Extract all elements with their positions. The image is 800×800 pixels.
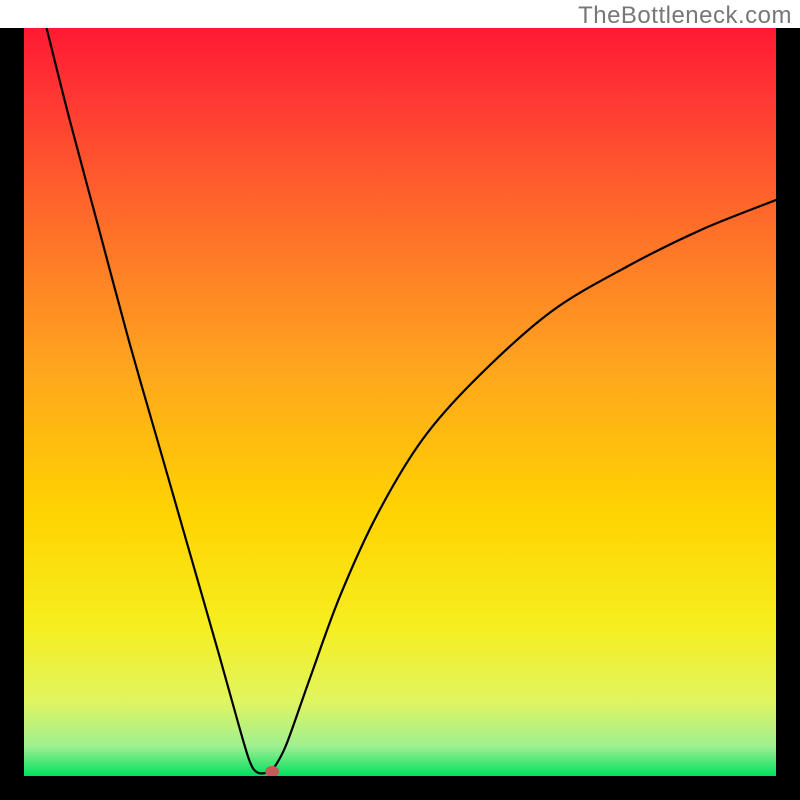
chart-frame xyxy=(776,0,800,800)
chart-frame xyxy=(0,776,800,800)
chart-container: TheBottleneck.com xyxy=(0,0,800,800)
optimum-marker xyxy=(265,766,279,777)
bottleneck-chart xyxy=(0,0,800,800)
chart-frame xyxy=(0,0,24,800)
plot-gradient-bg xyxy=(24,28,776,776)
watermark-text: TheBottleneck.com xyxy=(578,2,792,30)
